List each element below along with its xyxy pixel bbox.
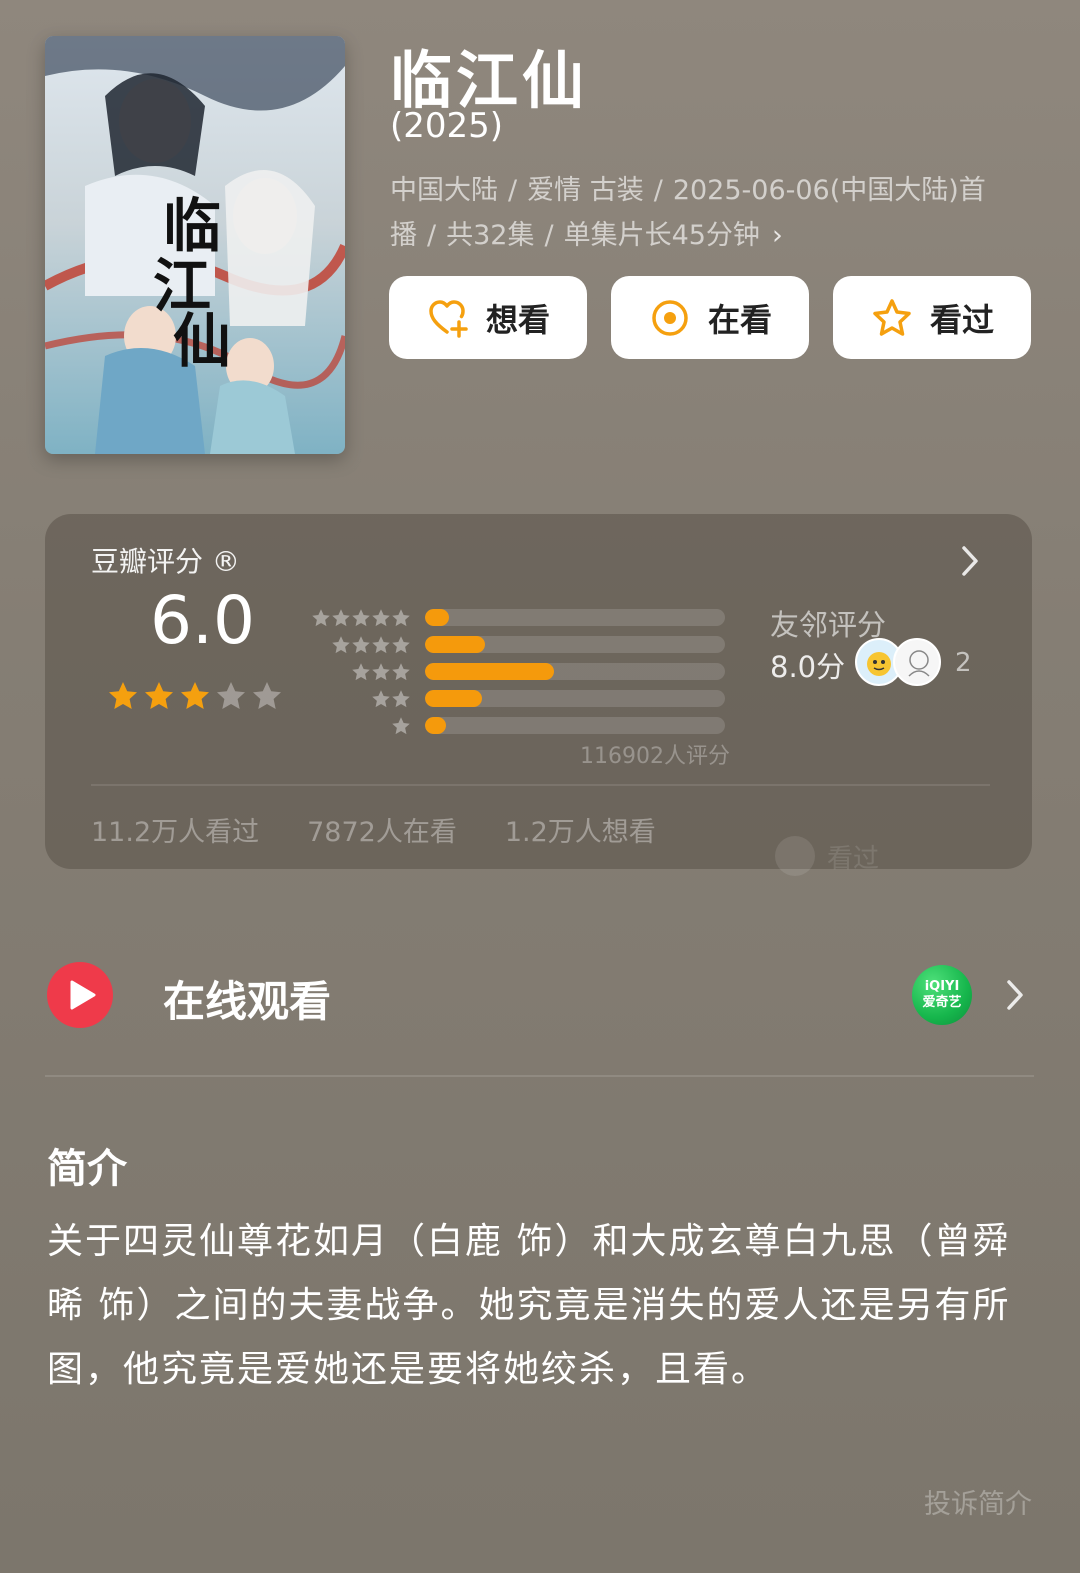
star-icon xyxy=(372,608,390,626)
chevron-right-icon: › xyxy=(771,220,783,251)
watching-label: 在看 xyxy=(707,300,772,339)
divider xyxy=(45,1075,1034,1077)
star-icon xyxy=(352,635,370,653)
movie-meta[interactable]: 中国大陆 / 爱情 古装 / 2025-06-06(中国大陆)首 播 / 共32集 / 单集片长… xyxy=(390,168,1030,258)
distribution-stars xyxy=(307,608,411,628)
meta-separator: / xyxy=(427,220,437,251)
star-icon xyxy=(352,608,370,626)
want-to-watch-button[interactable]: 想看 xyxy=(389,276,587,359)
star-filled-icon xyxy=(145,682,173,709)
distribution-stars xyxy=(307,689,411,709)
meta-duration: 单集片长45分钟 xyxy=(563,220,760,251)
distribution-bar xyxy=(425,690,482,707)
friend-avatars[interactable] xyxy=(855,638,941,686)
star-filled-icon xyxy=(109,682,137,709)
report-intro-link[interactable]: 投诉简介 xyxy=(924,1482,1032,1521)
watching-button[interactable]: 在看 xyxy=(611,276,809,359)
distribution-bar xyxy=(425,717,446,734)
distribution-bar xyxy=(425,636,485,653)
star-icon xyxy=(392,716,410,734)
rating-stars xyxy=(107,680,283,712)
distribution-track xyxy=(425,663,725,680)
rating-count: 116902人评分 xyxy=(580,744,730,769)
rating-stats: 11.2万人看过 7872人在看 1.2万人想看 xyxy=(91,810,656,849)
rating-score: 6.0 xyxy=(150,582,255,659)
distribution-row xyxy=(307,712,725,739)
intro-text: 关于四灵仙尊花如月（白鹿 饰）和大成玄尊白九思（曾舜晞 饰）之间的夫妻战争。她究… xyxy=(47,1221,1011,1390)
want-to-watch-label: 想看 xyxy=(485,300,550,339)
star-icon xyxy=(392,635,410,653)
star-icon xyxy=(392,662,410,680)
online-watch-row[interactable]: 在线观看 iQIYI 爱奇艺 xyxy=(47,960,1032,1030)
watched-label: 看过 xyxy=(929,300,994,339)
meta-separator: / xyxy=(544,220,554,251)
meta-separator: / xyxy=(653,175,663,206)
divider xyxy=(91,784,990,786)
distribution-track xyxy=(425,636,725,653)
meta-release: 2025-06-06(中国大陆)首 xyxy=(672,175,986,206)
distribution-bar xyxy=(425,663,554,680)
friend-count: 2 xyxy=(955,648,972,678)
meta-region: 中国大陆 xyxy=(390,175,498,206)
stat-watched: 11.2万人看过 xyxy=(91,817,260,848)
chevron-right-icon[interactable] xyxy=(960,544,980,578)
watched-button[interactable]: 看过 xyxy=(833,276,1031,359)
chevron-right-icon[interactable] xyxy=(1005,978,1025,1012)
meta-genre: 爱情 古装 xyxy=(527,175,644,206)
douban-rating-label: 豆瓣评分 ® xyxy=(91,545,240,578)
faded-watched-badge: 看过 xyxy=(775,836,879,876)
meta-separator: / xyxy=(508,175,518,206)
star-icon xyxy=(372,662,390,680)
target-circle-icon xyxy=(652,299,688,336)
rating-card[interactable]: 豆瓣评分 ® 6.0 116902人评分 友邻评分 8.0分 2 11.2万人看… xyxy=(45,514,1032,876)
star-icon xyxy=(372,635,390,653)
intro-title: 简介 xyxy=(47,1146,127,1192)
distribution-track xyxy=(425,690,725,707)
meta-line-2: 播 / 共32集 / 单集片长45分钟 › xyxy=(390,213,1030,258)
poster-image[interactable]: 临 江 仙 xyxy=(45,36,345,454)
distribution-track xyxy=(425,609,725,626)
iqiyi-logo-icon[interactable]: iQIYI 爱奇艺 xyxy=(912,965,972,1025)
svg-text:仙: 仙 xyxy=(173,307,231,375)
distribution-stars xyxy=(307,635,411,655)
iqiyi-logo-text: iQIYI xyxy=(924,979,960,994)
star-icon xyxy=(332,608,350,626)
heart-plus-icon xyxy=(429,299,468,338)
star-icon xyxy=(312,608,330,626)
distribution-row xyxy=(307,685,725,712)
faded-avatar-icon xyxy=(775,836,815,876)
distribution-row xyxy=(307,604,725,631)
meta-release-cont: 播 xyxy=(390,220,417,251)
star-icon xyxy=(332,635,350,653)
star-outline-icon xyxy=(873,298,911,336)
svg-text:临: 临 xyxy=(163,192,221,260)
star-icon xyxy=(352,662,370,680)
star-empty-icon xyxy=(217,682,245,709)
star-icon xyxy=(372,689,390,707)
stat-watching: 7872人在看 xyxy=(307,817,457,848)
avatar[interactable] xyxy=(893,638,941,686)
play-icon xyxy=(47,962,113,1028)
star-filled-icon xyxy=(181,682,209,709)
iqiyi-logo-cn: 爱奇艺 xyxy=(922,995,962,1010)
star-empty-icon xyxy=(253,682,281,709)
distribution-row xyxy=(307,631,725,658)
distribution-stars xyxy=(307,716,411,736)
star-icon xyxy=(392,689,410,707)
friend-rating-score: 8.0分 xyxy=(770,650,846,684)
faded-watched-label: 看过 xyxy=(827,843,880,874)
movie-year: (2025) xyxy=(390,106,504,146)
stat-want: 1.2万人想看 xyxy=(504,817,656,848)
star-icon xyxy=(392,608,410,626)
distribution-track xyxy=(425,717,725,734)
meta-episodes: 共32集 xyxy=(446,220,535,251)
action-buttons: 想看 在看 看过 xyxy=(389,276,1031,359)
rating-distribution xyxy=(307,604,725,739)
distribution-bar xyxy=(425,609,449,626)
distribution-stars xyxy=(307,662,411,682)
meta-line-1: 中国大陆 / 爱情 古装 / 2025-06-06(中国大陆)首 xyxy=(390,168,1030,213)
online-watch-label: 在线观看 xyxy=(163,977,332,1026)
distribution-row xyxy=(307,658,725,685)
